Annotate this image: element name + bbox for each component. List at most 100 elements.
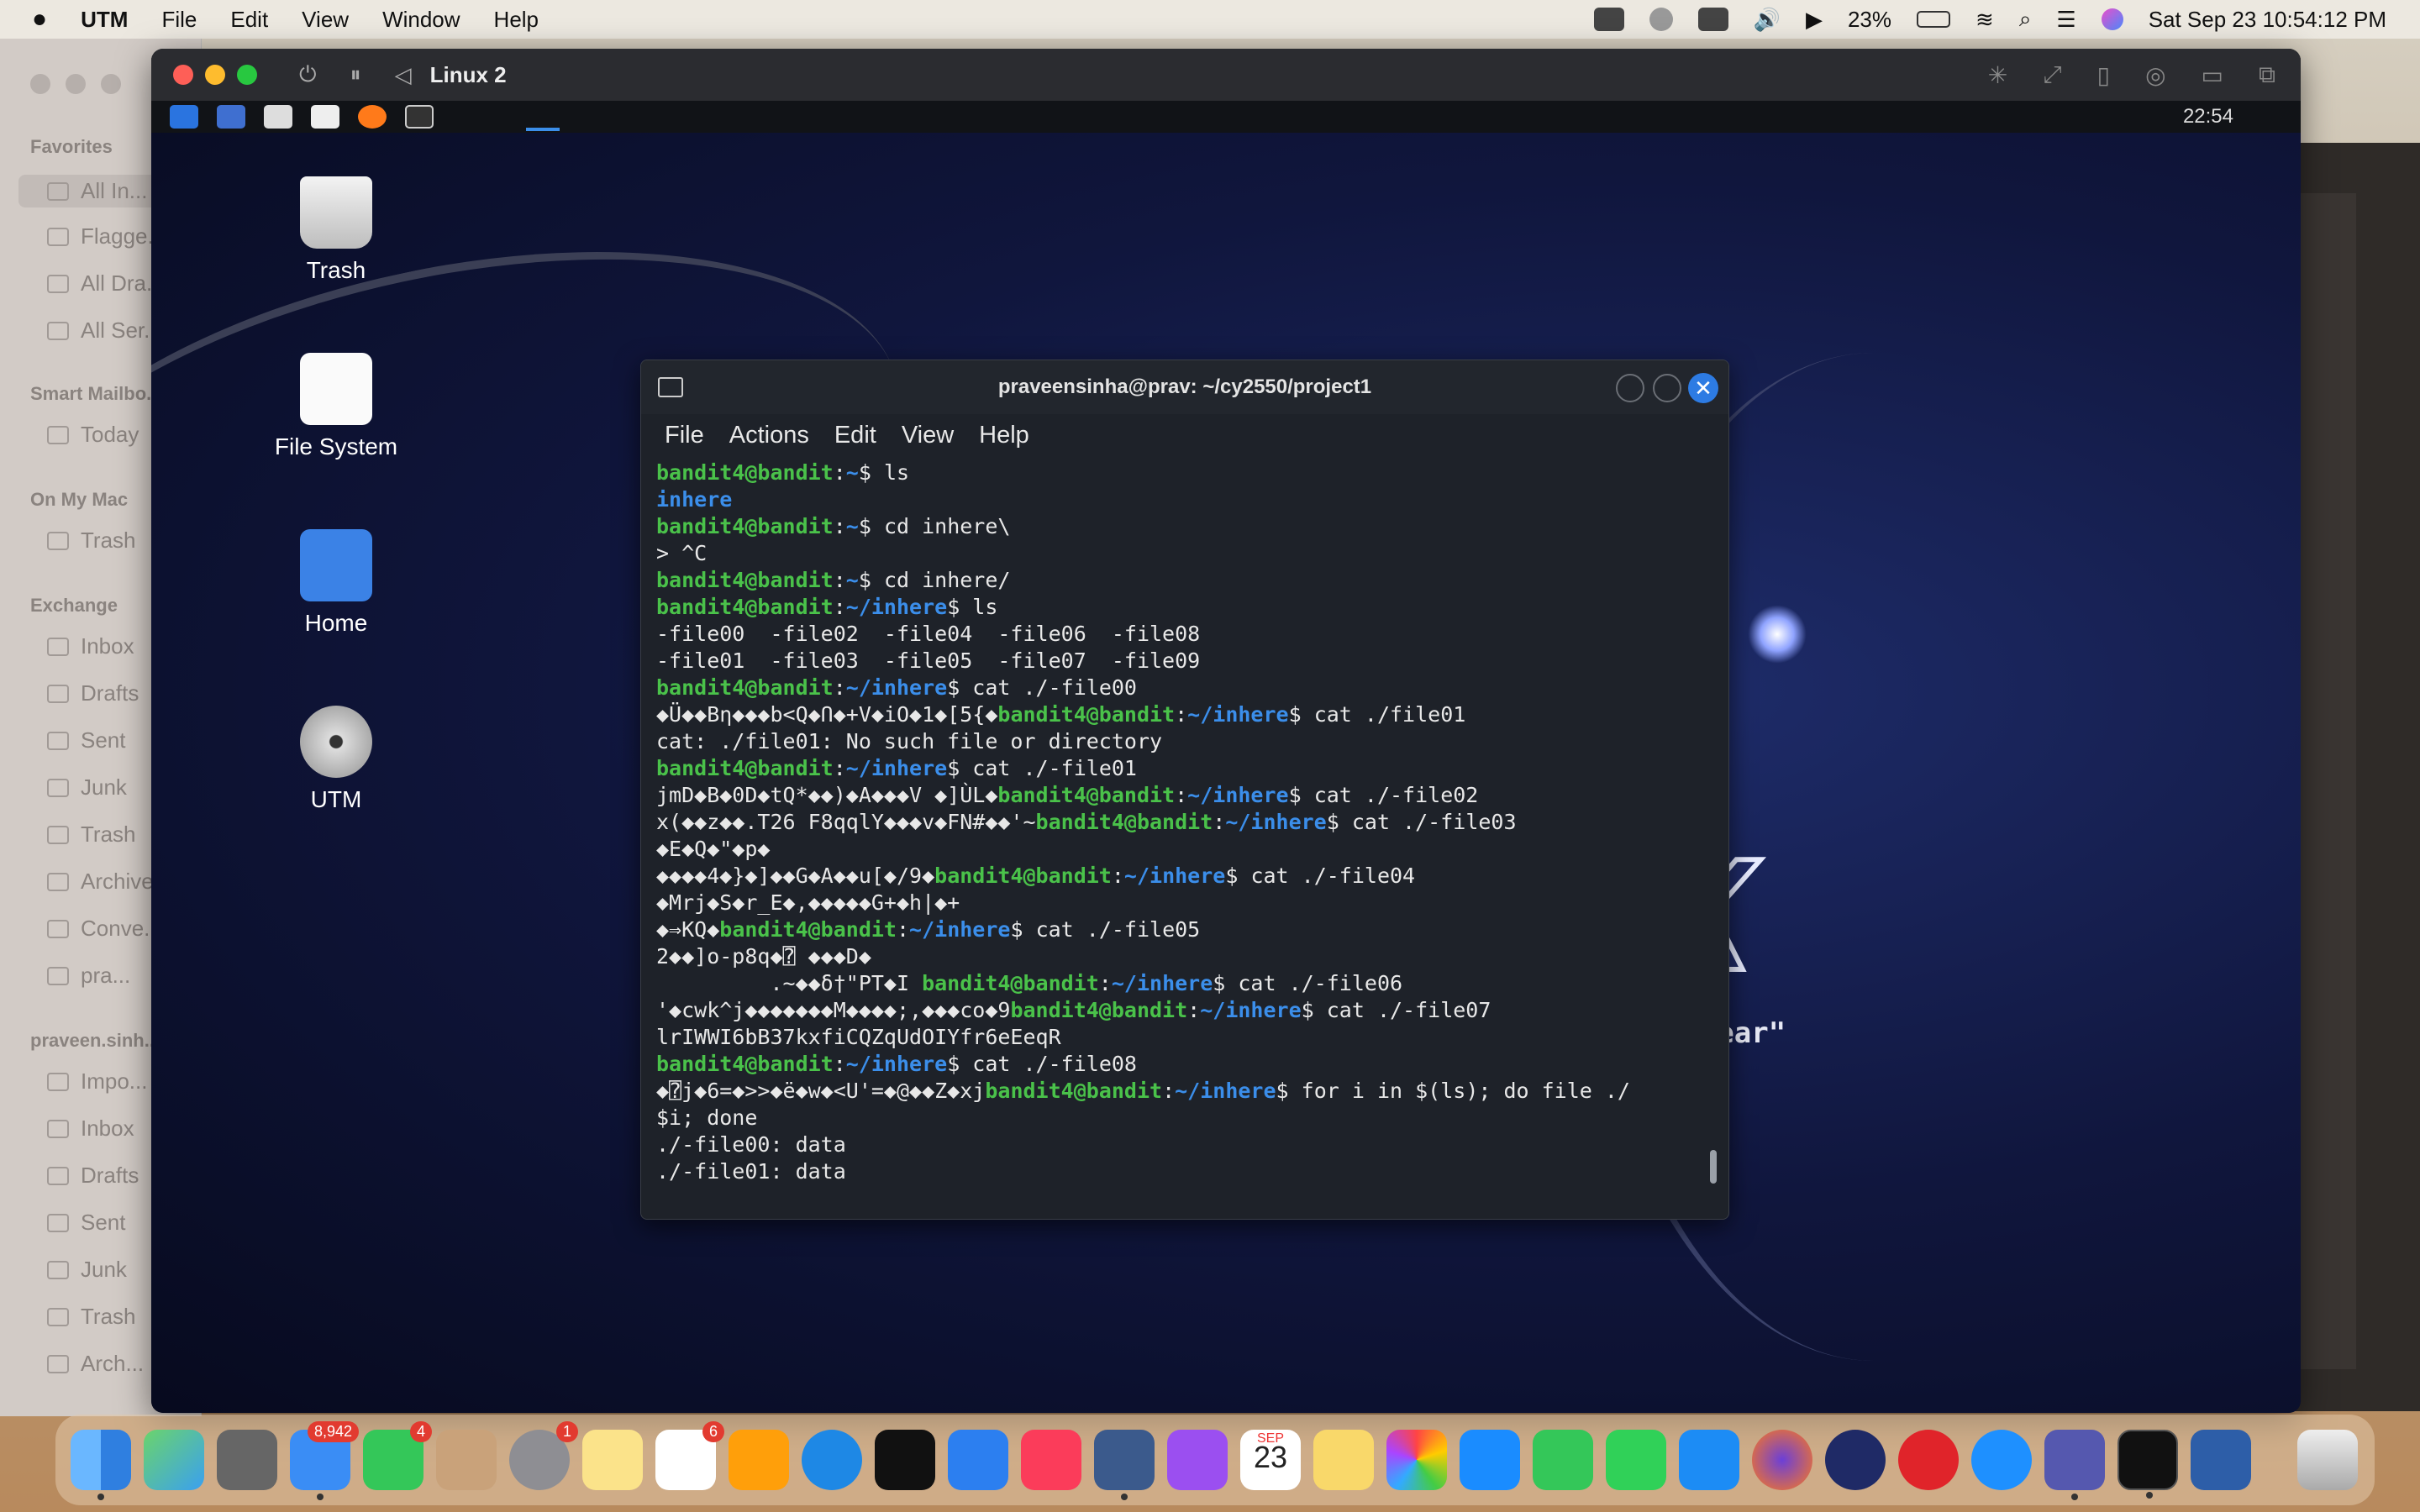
display-settings-icon[interactable]: ✳ <box>1988 61 2007 89</box>
utm-app-icon[interactable] <box>1094 1430 1155 1500</box>
apple-menu-icon[interactable]: ● <box>32 5 47 34</box>
mailbox-account-sent[interactable]: Sent <box>47 1210 126 1236</box>
pause-icon[interactable]: ⏸ <box>350 61 361 88</box>
menu-bar-datetime[interactable]: Sat Sep 23 10:54:12 PM <box>2149 7 2386 33</box>
close-icon[interactable]: ✕ <box>1688 373 1718 403</box>
reminders-icon[interactable]: 6 <box>655 1421 724 1490</box>
siri-icon[interactable] <box>2101 8 2123 30</box>
mailbox-inbox[interactable]: Inbox <box>47 633 134 659</box>
photos-icon[interactable] <box>1386 1430 1447 1490</box>
stickies-icon[interactable] <box>1313 1430 1374 1490</box>
menu-view[interactable]: View <box>302 7 349 33</box>
mailbox-all-sent[interactable]: All Ser... <box>47 318 162 344</box>
usb-icon[interactable]: ▯ <box>2097 61 2110 89</box>
close-window-button[interactable] <box>173 65 193 85</box>
desktop-trash[interactable]: Trash <box>252 176 420 284</box>
teams-icon[interactable] <box>2044 1430 2105 1500</box>
menu-file[interactable]: File <box>161 7 197 33</box>
terminal-menu-view[interactable]: View <box>902 422 954 449</box>
podcasts-icon[interactable] <box>1167 1430 1228 1490</box>
menu-edit[interactable]: Edit <box>230 7 268 33</box>
launchpad-icon[interactable] <box>217 1430 277 1490</box>
mailbox-local-trash[interactable]: Trash <box>47 528 136 554</box>
mailbox-flagged[interactable]: Flagge... <box>47 223 166 249</box>
terminal-window[interactable]: praveensinha@prav: ~/cy2550/project1 ✕ F… <box>640 360 1729 1220</box>
mailbox-account-drafts[interactable]: Drafts <box>47 1163 139 1189</box>
mailbox-all-drafts[interactable]: All Dra... <box>47 270 165 297</box>
messages-icon[interactable]: 4 <box>363 1421 432 1490</box>
mailbox-sent[interactable]: Sent <box>47 727 126 753</box>
minimize-button[interactable] <box>1616 374 1644 402</box>
mailbox-account-trash[interactable]: Trash <box>47 1304 136 1330</box>
battery-percent[interactable]: 23% <box>1848 7 1891 33</box>
firefox-icon[interactable] <box>358 105 387 129</box>
terminal-menu-actions[interactable]: Actions <box>729 422 809 449</box>
kali-menu-icon[interactable] <box>170 105 198 129</box>
terminal-menu-help[interactable]: Help <box>979 422 1029 449</box>
pages-icon[interactable] <box>729 1430 789 1490</box>
mailbox-conversation-history[interactable]: Conve... <box>47 916 162 942</box>
mailbox-junk[interactable]: Junk <box>47 774 127 801</box>
mailbox-trash[interactable]: Trash <box>47 822 136 848</box>
mailbox-drafts[interactable]: Drafts <box>47 680 139 706</box>
power-icon[interactable]: ⏻ <box>299 61 317 88</box>
keynote-icon[interactable] <box>1460 1430 1520 1490</box>
wifi-icon[interactable]: ≋ <box>1975 7 1994 33</box>
eclipse-icon[interactable] <box>1825 1430 1886 1490</box>
mail-icon[interactable]: 8,942 <box>290 1421 359 1500</box>
volume-icon[interactable]: 🔊 <box>1754 7 1781 33</box>
mailbox-archive[interactable]: Archive <box>47 869 154 895</box>
menu-window[interactable]: Window <box>382 7 460 33</box>
desktop-file-system[interactable]: File System <box>252 353 420 460</box>
finder-icon[interactable] <box>71 1430 131 1500</box>
battery-icon[interactable] <box>1917 11 1951 28</box>
resize-icon[interactable]: ⤢ <box>2043 61 2061 89</box>
contacts-icon[interactable] <box>436 1430 497 1490</box>
vpn-icon[interactable] <box>1649 8 1673 31</box>
terminal-menu-file[interactable]: File <box>665 422 704 449</box>
shared-folder-icon[interactable]: ▭ <box>2202 61 2223 89</box>
mailbox-account-archive[interactable]: Arch... <box>47 1351 144 1377</box>
spotlight-search-icon[interactable]: ⌕ <box>2019 6 2032 33</box>
mailbox-important[interactable]: Impo... <box>47 1068 147 1095</box>
skype-icon[interactable] <box>802 1430 862 1490</box>
windows-icon[interactable]: ⧉ <box>2259 61 2275 89</box>
facetime-icon[interactable] <box>1606 1430 1666 1490</box>
terminal-task-icon[interactable] <box>526 102 560 131</box>
calendar-icon[interactable]: SEP 23 <box>1240 1430 1301 1490</box>
apple-tv-icon[interactable] <box>875 1430 935 1490</box>
mailbox-folder[interactable]: pra... <box>47 963 130 989</box>
mail-window-controls[interactable] <box>30 74 121 94</box>
control-center-icon[interactable]: ☰ <box>2056 7 2075 33</box>
terminal-dock-icon[interactable] <box>2118 1430 2178 1499</box>
terminal-launcher-icon[interactable] <box>405 105 434 129</box>
play-icon[interactable]: ▶ <box>1806 7 1823 33</box>
menu-help[interactable]: Help <box>494 7 539 33</box>
desktop-home[interactable]: Home <box>252 529 420 637</box>
terminal-title-bar[interactable]: praveensinha@prav: ~/cy2550/project1 ✕ <box>641 360 1728 414</box>
minimize-window-button[interactable] <box>205 65 225 85</box>
desktop-utm[interactable]: UTM <box>252 706 420 813</box>
trash-dock-icon[interactable] <box>2297 1430 2358 1490</box>
opera-icon[interactable] <box>1898 1430 1959 1490</box>
maps-icon[interactable] <box>144 1430 204 1490</box>
safari-icon[interactable] <box>1971 1430 2032 1490</box>
numbers-icon[interactable] <box>1533 1430 1593 1490</box>
show-desktop-icon[interactable] <box>217 105 245 129</box>
terminal-output[interactable]: bandit4@bandit:~$ ls inhere bandit4@bandit… <box>641 456 1728 1185</box>
testflight-icon[interactable] <box>948 1430 1008 1490</box>
mailbox-today[interactable]: Today <box>47 422 139 448</box>
cloud-icon[interactable] <box>1697 8 1728 31</box>
kali-clock[interactable]: 22:54 <box>2183 105 2233 129</box>
music-icon[interactable] <box>1021 1430 1081 1490</box>
back-icon[interactable]: ◁ <box>395 62 412 88</box>
file-manager-icon[interactable] <box>264 105 292 129</box>
drive-icon[interactable]: ◎ <box>2145 61 2165 89</box>
mailbox-account-junk[interactable]: Junk <box>47 1257 127 1283</box>
mailbox-account-inbox[interactable]: Inbox <box>47 1116 134 1142</box>
screens-icon[interactable] <box>2191 1430 2251 1490</box>
notes-icon[interactable] <box>582 1430 643 1490</box>
text-editor-icon[interactable] <box>311 105 339 129</box>
creative-cloud-icon[interactable] <box>1593 8 1624 31</box>
terminal-scrollbar[interactable] <box>1710 1150 1717 1184</box>
